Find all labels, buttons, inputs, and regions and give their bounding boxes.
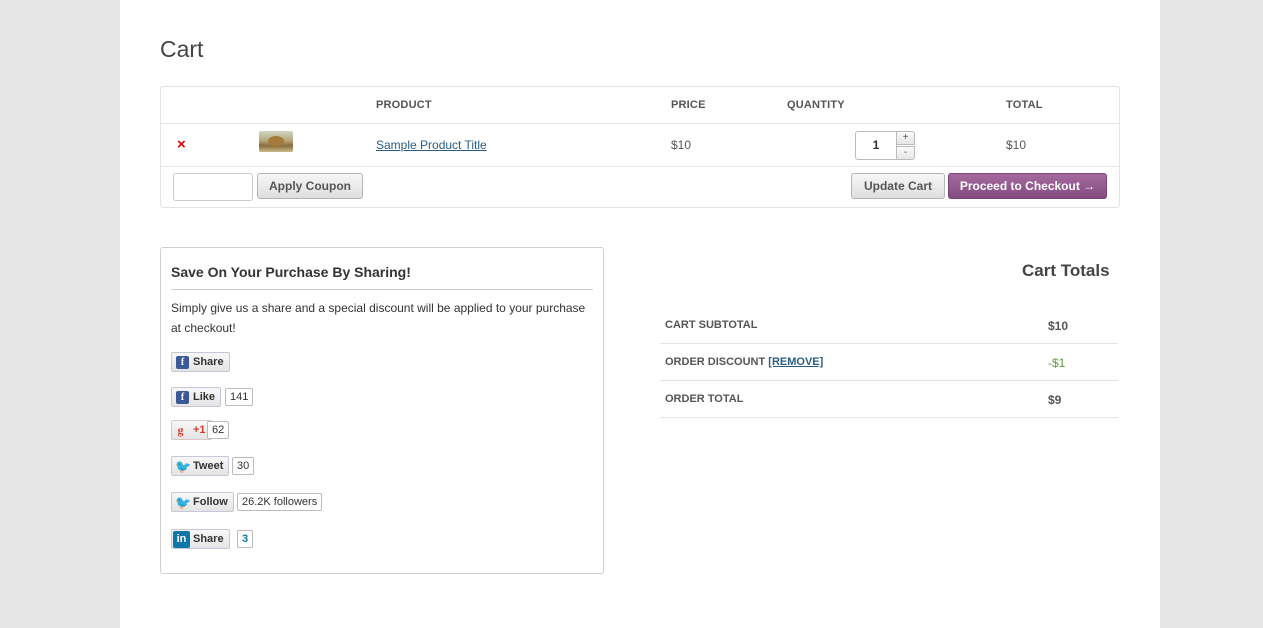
facebook-like-label: Like xyxy=(193,391,216,403)
facebook-like-button[interactable]: f Like xyxy=(171,387,222,407)
header-quantity: QUANTITY xyxy=(787,99,845,111)
discount-value: -$1 xyxy=(1048,356,1066,370)
header-product: PRODUCT xyxy=(376,99,432,111)
facebook-share-button[interactable]: f Share xyxy=(171,352,230,372)
facebook-icon: f xyxy=(176,391,189,404)
table-row: × Sample Product Title $10 1 + - $10 xyxy=(161,124,1119,167)
page-title: Cart xyxy=(160,36,204,62)
share-discount-box: Save On Your Purchase By Sharing! Simply… xyxy=(160,247,604,574)
linkedin-share-label: Share xyxy=(193,533,224,545)
share-divider xyxy=(171,289,593,290)
quantity-stepper: 1 + - xyxy=(855,131,915,160)
subtotal-value: $10 xyxy=(1048,319,1069,333)
update-cart-button[interactable]: Update Cart xyxy=(851,173,945,199)
order-total-label: ORDER TOTAL xyxy=(665,393,744,405)
page: Cart PRODUCT PRICE QUANTITY TOTAL × Samp… xyxy=(120,0,1160,628)
product-thumbnail[interactable] xyxy=(259,131,293,152)
quantity-decrease-button[interactable]: - xyxy=(896,146,915,160)
cart-totals-title: Cart Totals xyxy=(1022,261,1110,280)
facebook-share-label: Share xyxy=(193,356,224,368)
linkedin-share-button[interactable]: in Share xyxy=(171,529,230,549)
quantity-increase-button[interactable]: + xyxy=(896,131,915,145)
cart-table: PRODUCT PRICE QUANTITY TOTAL × Sample Pr… xyxy=(160,86,1120,208)
twitter-follow-button[interactable]: 🐦 Follow xyxy=(171,492,234,512)
tweet-count: 30 xyxy=(232,457,255,475)
twitter-icon: 🐦 xyxy=(175,495,192,510)
remove-item-icon[interactable]: × xyxy=(177,136,186,153)
product-title-link[interactable]: Sample Product Title xyxy=(376,138,487,152)
totals-row-subtotal: CART SUBTOTAL $10 xyxy=(660,307,1118,344)
google-plus-count: 62 xyxy=(207,421,230,439)
google-plus-button[interactable]: g +1 xyxy=(171,420,212,440)
tweet-label: Tweet xyxy=(193,460,224,472)
cart-table-header: PRODUCT PRICE QUANTITY TOTAL xyxy=(161,87,1119,124)
header-price: PRICE xyxy=(671,99,706,111)
twitter-icon: 🐦 xyxy=(175,459,192,474)
apply-coupon-button[interactable]: Apply Coupon xyxy=(257,173,363,199)
google-plus-icon: g xyxy=(177,423,184,437)
facebook-icon: f xyxy=(176,356,189,369)
totals-row-discount: ORDER DISCOUNT [REMOVE] -$1 xyxy=(660,344,1118,381)
discount-label-group: ORDER DISCOUNT [REMOVE] xyxy=(665,356,823,368)
linkedin-icon: in xyxy=(173,531,190,548)
totals-row-order-total: ORDER TOTAL $9 xyxy=(660,381,1118,418)
cart-actions: Apply Coupon Update Cart Proceed to Chec… xyxy=(161,167,1119,208)
remove-discount-link[interactable]: [REMOVE] xyxy=(768,356,823,368)
share-description: Simply give us a share and a special dis… xyxy=(171,301,586,335)
cart-totals-table: CART SUBTOTAL $10 ORDER DISCOUNT [REMOVE… xyxy=(660,307,1118,418)
order-total-value: $9 xyxy=(1048,393,1062,407)
linkedin-share-count: 3 xyxy=(237,530,254,548)
subtotal-label: CART SUBTOTAL xyxy=(665,319,758,331)
product-total: $10 xyxy=(1006,138,1027,152)
share-title: Save On Your Purchase By Sharing! xyxy=(171,264,411,280)
quantity-input[interactable]: 1 xyxy=(855,131,897,160)
facebook-like-count: 141 xyxy=(225,388,254,406)
twitter-follow-label: Follow xyxy=(193,496,228,508)
product-price: $10 xyxy=(671,138,692,152)
coupon-input[interactable] xyxy=(173,173,253,201)
tweet-button[interactable]: 🐦 Tweet xyxy=(171,456,230,476)
proceed-to-checkout-button[interactable]: Proceed to Checkout → xyxy=(948,173,1107,199)
discount-label: ORDER DISCOUNT xyxy=(665,356,766,368)
google-plus-label: +1 xyxy=(193,424,206,436)
header-total: TOTAL xyxy=(1006,99,1043,111)
twitter-follower-count: 26.2K followers xyxy=(237,493,323,511)
